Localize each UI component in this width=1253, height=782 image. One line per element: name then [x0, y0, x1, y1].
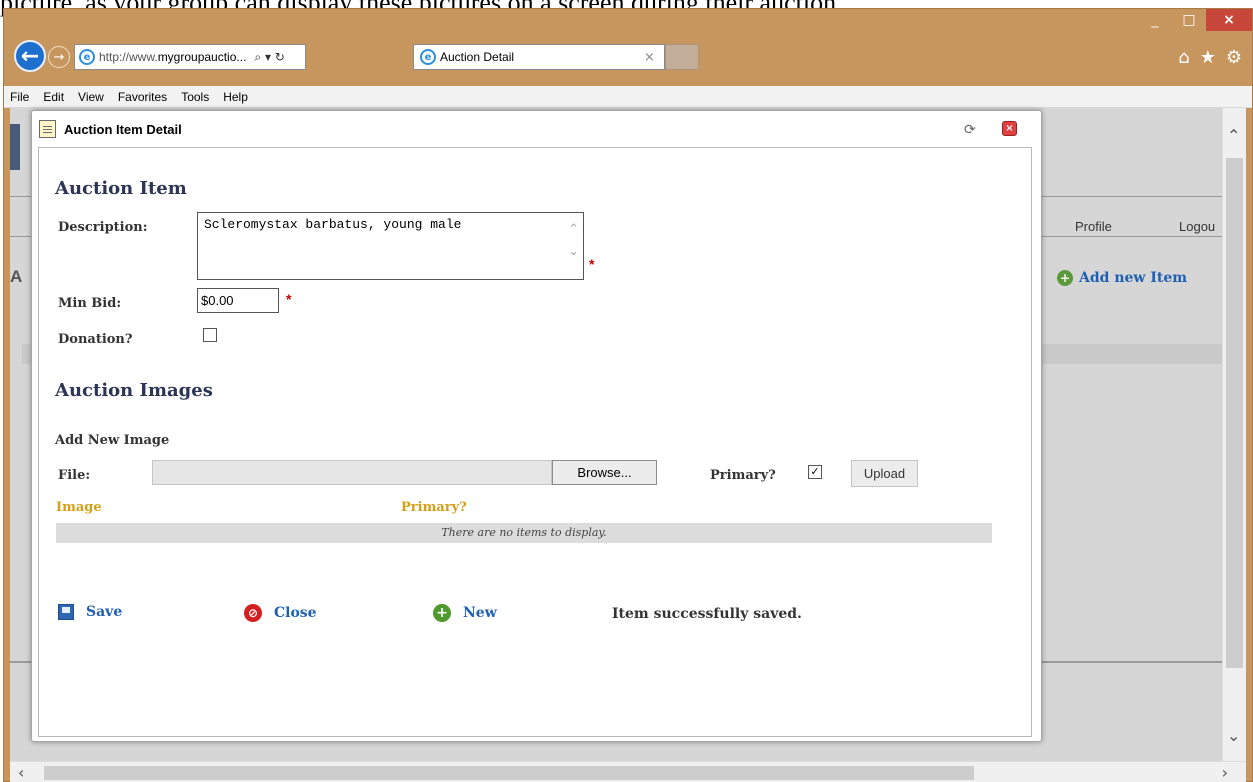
window-controls: _ □ × [1138, 9, 1252, 31]
url-text: http://www.mygroupauctio... [99, 50, 247, 64]
plus-icon: + [1057, 270, 1073, 286]
page-header-strip [10, 124, 20, 170]
menu-edit[interactable]: Edit [43, 90, 64, 104]
new-button[interactable]: + New [433, 604, 497, 622]
search-refresh-icons[interactable]: ⌕ ▾ ↻ [254, 50, 284, 65]
primary-label: Primary? [710, 468, 776, 483]
toolbar-right-icons: ⌂ ★ ⚙ [1178, 47, 1242, 68]
add-new-item-link[interactable]: + Add new Item [1057, 270, 1187, 286]
scroll-right-icon[interactable]: › [1222, 763, 1228, 782]
dialog-body: Auction Item Description: Scleromystax b… [38, 147, 1032, 737]
favorites-star-icon[interactable]: ★ [1200, 47, 1216, 68]
file-path-input[interactable] [152, 460, 552, 485]
menu-view[interactable]: View [78, 90, 104, 104]
menu-help[interactable]: Help [223, 90, 248, 104]
status-message: Item successfully saved. [612, 606, 802, 622]
tab-title: Auction Detail [440, 50, 515, 64]
ie-logo-icon: e [79, 49, 95, 65]
menu-favorites[interactable]: Favorites [118, 90, 167, 104]
nav-logout[interactable]: Logou [1179, 219, 1215, 234]
section-heading-auction-item: Auction Item [55, 178, 187, 199]
cancel-icon: ⊘ [244, 604, 262, 622]
forward-arrow-icon[interactable]: → [48, 46, 70, 68]
menu-file[interactable]: File [10, 90, 29, 104]
textarea-scroll-icons[interactable]: ⌃ ⌄ [568, 219, 579, 263]
upload-button[interactable]: Upload [851, 460, 918, 487]
settings-gear-icon[interactable]: ⚙ [1226, 47, 1242, 68]
home-icon[interactable]: ⌂ [1178, 47, 1189, 68]
ie-logo-icon: e [420, 49, 436, 65]
plus-icon: + [433, 604, 451, 622]
scroll-up-icon[interactable]: ⌃ [1227, 126, 1240, 145]
scroll-thumb[interactable] [1226, 158, 1243, 668]
scroll-down-icon[interactable]: ⌄ [1227, 726, 1240, 745]
address-bar[interactable]: e http://www.mygroupauctio... ⌕ ▾ ↻ [74, 44, 306, 70]
page-heading: A [10, 267, 23, 286]
donation-label: Donation? [58, 332, 133, 347]
donation-checkbox[interactable] [203, 328, 217, 342]
tab-auction-detail[interactable]: e Auction Detail × [413, 44, 665, 70]
menu-bar: File Edit View Favorites Tools Help [4, 86, 1252, 108]
browse-button[interactable]: Browse... [552, 460, 657, 485]
back-arrow-icon[interactable]: ← [14, 40, 46, 72]
vertical-scrollbar[interactable]: ⌃ ⌄ [1222, 108, 1246, 761]
dialog-close-icon[interactable]: × [1002, 121, 1017, 136]
close-button[interactable]: ⊘ Close [244, 604, 317, 622]
save-disk-icon [58, 604, 74, 620]
nav-profile[interactable]: Profile [1075, 219, 1112, 234]
dialog-title: Auction Item Detail [64, 121, 182, 137]
auction-item-dialog: Auction Item Detail ⟳ × Auction Item Des… [31, 110, 1042, 742]
min-bid-input[interactable]: $0.00 [197, 288, 279, 313]
grid-column-primary[interactable]: Primary? [401, 500, 467, 515]
scroll-left-icon[interactable]: ‹ [18, 763, 24, 782]
refresh-icon[interactable]: ⟳ [964, 122, 976, 138]
notepad-icon [39, 120, 56, 138]
save-button[interactable]: Save [58, 604, 122, 620]
min-bid-label: Min Bid: [58, 296, 122, 311]
window-close-button[interactable]: × [1206, 9, 1252, 31]
required-marker: * [286, 291, 292, 307]
file-label: File: [58, 468, 91, 483]
horizontal-scrollbar[interactable]: ‹ › [10, 761, 1246, 782]
dialog-titlebar: Auction Item Detail ⟳ × [32, 111, 1041, 147]
scroll-thumb[interactable] [44, 766, 974, 780]
minimize-button[interactable]: _ [1138, 9, 1172, 31]
grid-column-image[interactable]: Image [56, 500, 102, 515]
grid-empty-row: There are no items to display. [56, 523, 992, 543]
description-textarea[interactable]: Scleromystax barbatus, young male ⌃ ⌄ [197, 212, 584, 280]
maximize-button[interactable]: □ [1172, 9, 1206, 31]
navigation-bar: ← → e http://www.mygroupauctio... ⌕ ▾ ↻ … [4, 33, 1252, 75]
add-new-image-label: Add New Image [55, 433, 170, 448]
new-tab-button[interactable] [665, 44, 699, 70]
description-label: Description: [58, 220, 148, 235]
menu-tools[interactable]: Tools [181, 90, 209, 104]
primary-checkbox[interactable]: ✓ [808, 465, 822, 479]
required-marker: * [589, 256, 595, 272]
tab-close-icon[interactable]: × [644, 50, 664, 65]
section-heading-auction-images: Auction Images [55, 380, 213, 401]
